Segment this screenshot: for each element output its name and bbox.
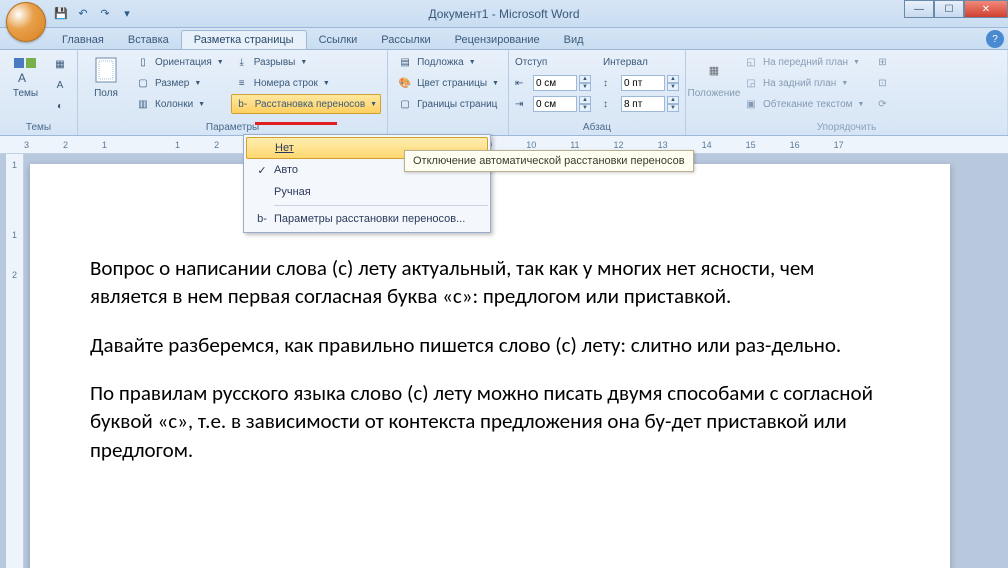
tab-view[interactable]: Вид (552, 31, 596, 49)
hyphenation-options-icon: b‑ (250, 213, 274, 225)
page-color-button[interactable]: 🎨Цвет страницы▼ (394, 73, 502, 93)
text-wrap-button: ▣Обтекание текстом▼ (740, 94, 868, 114)
hyphenation-button[interactable]: b‑Расстановка переносов▼ (231, 94, 381, 114)
indent-right-field[interactable]: ⇥▲▼ (515, 94, 591, 114)
size-icon: ▢ (135, 75, 151, 91)
check-icon: ✓ (250, 164, 274, 177)
rotate-icon: ⟳ (874, 96, 890, 112)
breaks-icon: ⤓ (234, 54, 250, 70)
text-wrap-icon: ▣ (743, 96, 759, 112)
watermark-button[interactable]: ▤Подложка▼ (394, 52, 502, 72)
ribbon: A Темы ▦ A ◐ Темы Поля ▯Ориентация▼ ▢Раз… (0, 50, 1008, 136)
undo-icon[interactable]: ↶ (74, 5, 92, 23)
columns-icon: ▥ (135, 96, 151, 112)
tab-references[interactable]: Ссылки (307, 31, 370, 49)
hyphenation-icon: b‑ (235, 96, 251, 112)
quick-access-toolbar: 💾 ↶ ↷ ▾ (52, 5, 136, 23)
group-arrange: ▦ Положение ◱На передний план▼ ◲На задни… (686, 50, 1008, 135)
theme-effects-icon[interactable]: ◐ (49, 96, 71, 116)
svg-text:A: A (18, 71, 26, 84)
paragraph-2[interactable]: Давайте разберемся, как правильно пишетс… (90, 331, 890, 359)
maximize-button[interactable]: ☐ (934, 0, 964, 18)
qat-customize-icon[interactable]: ▾ (118, 5, 136, 23)
align-icon: ⊞ (874, 54, 890, 70)
dropdown-item-manual[interactable]: Ручная (246, 181, 488, 203)
window-controls: — ☐ ✕ (904, 0, 1008, 18)
group-icon: ⊡ (874, 75, 890, 91)
orientation-icon: ▯ (135, 54, 151, 70)
title-bar: 💾 ↶ ↷ ▾ Документ1 - Microsoft Word — ☐ ✕ (0, 0, 1008, 28)
themes-icon: A (10, 54, 42, 86)
margins-icon (90, 54, 122, 86)
minimize-button[interactable]: — (904, 0, 934, 18)
line-numbers-icon: ≡ (234, 75, 250, 91)
paragraph-3[interactable]: По правилам русского языка слово (с) лет… (90, 379, 890, 464)
spacing-before-icon: ↕ (603, 78, 619, 89)
line-numbers-button[interactable]: ≡Номера строк▼ (231, 73, 381, 93)
themes-button[interactable]: A Темы (6, 52, 45, 101)
page-color-icon: 🎨 (397, 75, 413, 91)
ribbon-tabs: Главная Вставка Разметка страницы Ссылки… (0, 28, 1008, 50)
dropdown-separator (274, 205, 488, 206)
document-area[interactable]: 112 Вопрос о написании слова (с) лету ак… (0, 154, 1008, 568)
position-icon: ▦ (698, 54, 730, 86)
spacing-after-field[interactable]: ↕▲▼ (603, 94, 679, 114)
breaks-button[interactable]: ⤓Разрывы▼ (231, 52, 381, 72)
dropdown-item-options[interactable]: b‑ Параметры расстановки переносов... (246, 208, 488, 230)
office-button[interactable] (6, 2, 46, 42)
hyphenation-dropdown: Нет ✓ Авто Ручная b‑ Параметры расстанов… (243, 134, 491, 233)
group-button: ⊡ (871, 73, 893, 93)
tab-page-layout[interactable]: Разметка страницы (181, 30, 307, 49)
position-button: ▦ Положение (692, 52, 736, 101)
bring-front-icon: ◱ (743, 54, 759, 70)
group-themes: A Темы ▦ A ◐ Темы (0, 50, 78, 135)
columns-button[interactable]: ▥Колонки▼ (132, 94, 227, 114)
window-title: Документ1 - Microsoft Word (428, 7, 579, 21)
tooltip: Отключение автоматической расстановки пе… (404, 150, 694, 172)
tab-home[interactable]: Главная (50, 31, 116, 49)
save-icon[interactable]: 💾 (52, 5, 70, 23)
group-page-background: ▤Подложка▼ 🎨Цвет страницы▼ ▢Границы стра… (388, 50, 509, 135)
close-button[interactable]: ✕ (964, 0, 1008, 18)
paragraph-1[interactable]: Вопрос о написании слова (с) лету актуал… (90, 254, 890, 311)
send-back-icon: ◲ (743, 75, 759, 91)
orientation-button[interactable]: ▯Ориентация▼ (132, 52, 227, 72)
spacing-after-icon: ↕ (603, 99, 619, 110)
indent-left-field[interactable]: ⇤▲▼ (515, 73, 591, 93)
rotate-button: ⟳ (871, 94, 893, 114)
spacing-before-field[interactable]: ↕▲▼ (603, 73, 679, 93)
tab-mailings[interactable]: Рассылки (369, 31, 442, 49)
annotation-underline (255, 122, 337, 125)
theme-fonts-icon[interactable]: A (49, 75, 71, 95)
watermark-icon: ▤ (397, 54, 413, 70)
borders-icon: ▢ (397, 96, 413, 112)
help-icon[interactable]: ? (986, 30, 1004, 48)
tab-review[interactable]: Рецензирование (443, 31, 552, 49)
align-button: ⊞ (871, 52, 893, 72)
bring-front-button: ◱На передний план▼ (740, 52, 868, 72)
redo-icon[interactable]: ↷ (96, 5, 114, 23)
indent-left-icon: ⇤ (515, 78, 531, 89)
size-button[interactable]: ▢Размер▼ (132, 73, 227, 93)
margins-button[interactable]: Поля (84, 52, 128, 101)
send-back-button: ◲На задний план▼ (740, 73, 868, 93)
vertical-ruler[interactable]: 112 (6, 154, 24, 568)
theme-colors-icon[interactable]: ▦ (49, 54, 71, 74)
indent-right-icon: ⇥ (515, 99, 531, 110)
tab-insert[interactable]: Вставка (116, 31, 181, 49)
group-page-setup: Поля ▯Ориентация▼ ▢Размер▼ ▥Колонки▼ ⤓Ра… (78, 50, 388, 135)
group-paragraph: Отступ ⇤▲▼ ⇥▲▼ Интервал ↕▲▼ ↕▲▼ Абзац (509, 50, 686, 135)
page-borders-button[interactable]: ▢Границы страниц (394, 94, 502, 114)
